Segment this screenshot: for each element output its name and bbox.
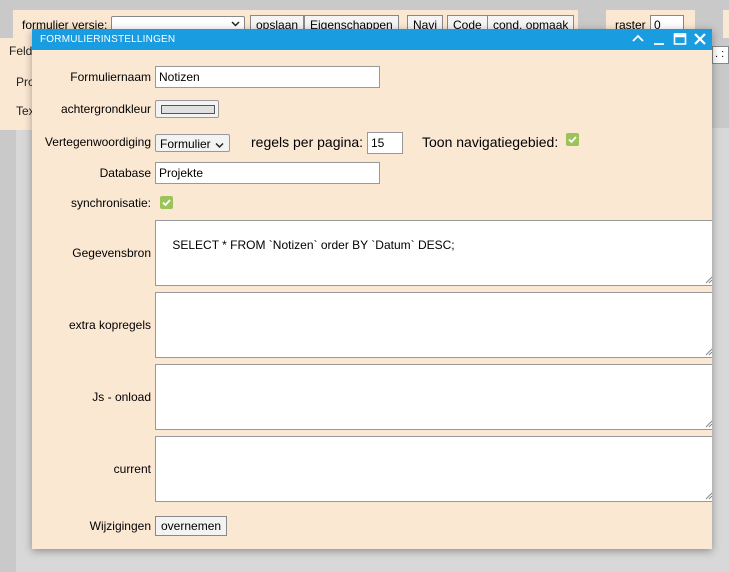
form-name-label: Formuliernaam xyxy=(70,70,151,84)
dialog-titlebar[interactable]: FORMULIERINSTELLINGEN xyxy=(32,29,712,50)
color-swatch xyxy=(161,105,215,114)
current-textarea[interactable] xyxy=(155,436,712,502)
checkmark-icon xyxy=(162,199,171,207)
bgcolor-picker[interactable] xyxy=(155,100,219,118)
js-onload-label: Js - onload xyxy=(92,390,151,404)
database-input[interactable] xyxy=(155,162,380,184)
representation-value: Formulier xyxy=(160,137,211,151)
checkmark-icon xyxy=(568,136,577,144)
show-nav-checkbox[interactable] xyxy=(566,133,579,146)
bgcolor-label: achtergrondkleur xyxy=(60,102,151,116)
rows-per-page-label: regels per pagina: xyxy=(251,134,364,150)
form-settings-dialog: FORMULIERINSTELLINGEN Formuliernaam acht… xyxy=(32,29,712,549)
chevron-down-icon xyxy=(215,139,224,153)
resize-handle-icon xyxy=(705,348,712,356)
changes-label: Wijzigingen xyxy=(89,519,151,533)
resize-handle-icon xyxy=(705,492,712,500)
minimize-icon[interactable] xyxy=(649,29,669,50)
right-field[interactable]: . : xyxy=(712,46,729,64)
form-name-input[interactable] xyxy=(155,66,380,88)
side-label-feld: Feld xyxy=(9,44,33,58)
collapse-icon[interactable] xyxy=(628,29,648,50)
maximize-icon[interactable] xyxy=(670,29,690,50)
datasource-label: Gegevensbron xyxy=(72,246,151,260)
sync-checkbox[interactable] xyxy=(160,196,173,209)
extra-headers-textarea[interactable] xyxy=(155,292,712,358)
close-icon[interactable] xyxy=(690,29,710,50)
show-nav-label: Toon navigatiegebied: xyxy=(422,134,559,150)
representation-select[interactable]: Formulier xyxy=(155,134,230,152)
datasource-textarea[interactable]: SELECT * FROM `Notizen` order BY `Datum`… xyxy=(155,220,712,286)
database-label: Database xyxy=(99,166,151,180)
apply-button[interactable]: overnemen xyxy=(155,516,228,536)
datasource-text: SELECT * FROM `Notizen` order BY `Datum`… xyxy=(172,238,455,252)
dialog-title: FORMULIERINSTELLINGEN xyxy=(40,34,176,45)
resize-handle-icon xyxy=(705,276,712,284)
rows-per-page-input[interactable] xyxy=(367,132,403,154)
current-label: current xyxy=(113,462,151,476)
representation-label: Vertegenwoordiging xyxy=(44,135,151,149)
extra-headers-label: extra kopregels xyxy=(68,318,151,332)
toolbar-edge xyxy=(723,10,729,38)
resize-handle-icon xyxy=(705,420,712,428)
js-onload-textarea[interactable] xyxy=(155,364,712,430)
sync-label: synchronisatie: xyxy=(70,196,151,210)
